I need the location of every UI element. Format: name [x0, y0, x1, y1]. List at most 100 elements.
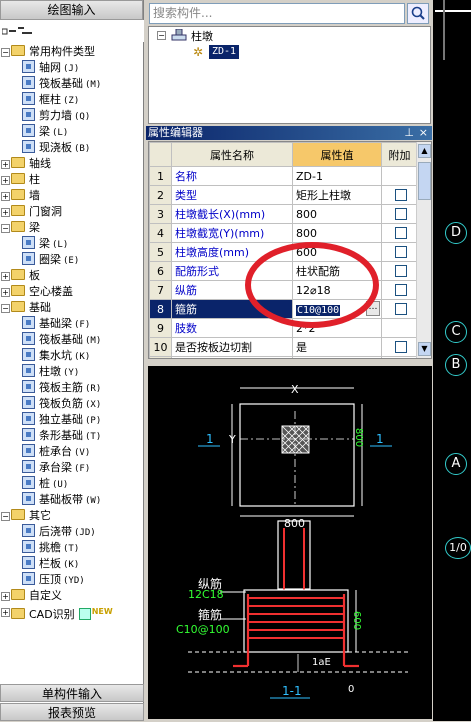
expand-icon[interactable]: +	[1, 592, 10, 601]
extra-checkbox[interactable]	[395, 283, 407, 296]
tree-item[interactable]: 挑檐 (T)	[22, 540, 79, 556]
report-preview-button[interactable]: 报表预览	[0, 703, 144, 721]
tree-item[interactable]: 轴网 (J)	[22, 60, 79, 76]
property-row[interactable]: 7 纵筋 12⌀18	[149, 280, 418, 300]
expand-icon[interactable]: +	[1, 272, 10, 281]
tree-item[interactable]: 集水坑 (K)	[22, 348, 90, 364]
search-input[interactable]: 搜索构件...	[149, 3, 405, 24]
tree-folder[interactable]: + 墙	[1, 188, 40, 204]
tree-folder[interactable]: + 空心楼盖	[1, 284, 73, 300]
property-row[interactable]: 8 箍筋 C10@100…	[149, 299, 418, 319]
extra-checkbox[interactable]	[395, 340, 407, 353]
section-mark-left: 1	[206, 432, 214, 446]
tree-item[interactable]: 筏板负筋 (X)	[22, 396, 101, 412]
tree-item[interactable]: 梁 (L)	[22, 236, 68, 252]
property-row[interactable]: 9 肢数 2*2	[149, 318, 418, 338]
collapse-icon[interactable]: −	[1, 304, 10, 313]
property-row[interactable]: 6 配筋形式 柱状配筋	[149, 261, 418, 281]
property-value[interactable]: 是	[292, 337, 382, 357]
extra-checkbox[interactable]	[395, 302, 407, 315]
row-number: 5	[149, 242, 172, 262]
single-component-input-button[interactable]: 单构件输入	[0, 684, 144, 702]
tree-folder[interactable]: + 板	[1, 268, 40, 284]
collapse-icon[interactable]: −	[1, 224, 10, 233]
main-canvas-edge[interactable]: D C B A 1/0	[433, 0, 471, 721]
tree-item[interactable]: 现浇板 (B)	[22, 140, 90, 156]
component-root-label[interactable]: 柱墩	[191, 28, 213, 44]
property-value[interactable]: 矩形上柱墩	[292, 185, 382, 205]
property-value[interactable]: 2*2	[292, 318, 382, 338]
tree-item[interactable]: 后浇带 (JD)	[22, 524, 96, 540]
search-button[interactable]	[407, 3, 429, 24]
property-value-input[interactable]: C10@100	[296, 304, 341, 316]
tree-folder[interactable]: + 轴线	[1, 156, 51, 172]
property-value[interactable]: 800	[292, 223, 382, 243]
ellipsis-button[interactable]: …	[366, 301, 380, 316]
tree-folder[interactable]: − 梁	[1, 220, 40, 236]
property-row[interactable]: 10 是否按板边切割是	[149, 337, 418, 357]
component-item-selected[interactable]: ZD-1	[209, 45, 240, 59]
expand-icon[interactable]: +	[1, 176, 10, 185]
property-value[interactable]: 柱状配筋	[292, 261, 382, 281]
tree-item[interactable]: 压顶 (YD)	[22, 572, 85, 588]
property-row[interactable]: 1 名称 ZD-1	[149, 166, 418, 186]
tree-folder[interactable]: + 自定义	[1, 588, 62, 604]
tree-folder[interactable]: − 其它	[1, 508, 51, 524]
expand-icon[interactable]: +	[1, 160, 10, 169]
tree-item[interactable]: 承台梁 (F)	[22, 460, 90, 476]
scroll-thumb[interactable]	[418, 162, 431, 200]
tree-item[interactable]: 圈梁 (E)	[22, 252, 79, 268]
collapse-all-icon[interactable]	[18, 26, 32, 36]
tree-item[interactable]: 筏板主筋 (R)	[22, 380, 101, 396]
scroll-up-icon[interactable]: ▲	[418, 144, 431, 158]
extra-checkbox[interactable]	[395, 188, 407, 201]
extra-checkbox[interactable]	[395, 226, 407, 239]
property-value[interactable]	[292, 356, 382, 358]
property-row[interactable]: 4 柱墩截宽(Y)(mm) 800	[149, 223, 418, 243]
tree-item[interactable]: 筏板基础 (M)	[22, 76, 101, 92]
collapse-icon[interactable]: −	[1, 48, 10, 57]
tree-item[interactable]: 基础板带 (W)	[22, 492, 101, 508]
tree-folder[interactable]: − 常用构件类型	[1, 44, 95, 60]
collapse-icon[interactable]: −	[157, 31, 166, 40]
tree-item[interactable]: 桩承台 (V)	[22, 444, 90, 460]
tree-item[interactable]: 桩 (U)	[22, 476, 68, 492]
extra-checkbox[interactable]	[395, 207, 407, 220]
extra-checkbox[interactable]	[395, 245, 407, 258]
collapse-icon[interactable]: −	[1, 512, 10, 521]
expand-icon[interactable]: +	[1, 608, 10, 617]
property-value-editor[interactable]: C10@100 …	[292, 299, 382, 319]
tree-item[interactable]: 筏板基础 (M)	[22, 332, 101, 348]
tree-item[interactable]: 独立基础 (P)	[22, 412, 101, 428]
property-value[interactable]: ZD-1	[292, 166, 382, 186]
tree-item[interactable]: 栏板 (K)	[22, 556, 79, 572]
tree-item[interactable]: 条形基础 (T)	[22, 428, 101, 444]
tree-item[interactable]: 基础梁 (F)	[22, 316, 90, 332]
tree-folder[interactable]: + 门窗洞	[1, 204, 62, 220]
tree-folder[interactable]: + CAD识别 NEW	[1, 604, 113, 621]
tree-item[interactable]: 柱墩 (Y)	[22, 364, 79, 380]
tree-folder[interactable]: − 基础	[1, 300, 51, 316]
tree-item[interactable]: 框柱 (Z)	[22, 92, 79, 108]
property-row[interactable]: 11其他钢筋	[149, 356, 418, 358]
tree-folder[interactable]: + 柱	[1, 172, 40, 188]
expand-icon[interactable]: +	[1, 208, 10, 217]
close-icon[interactable]: ×	[419, 126, 428, 140]
scroll-down-icon[interactable]: ▼	[418, 342, 431, 356]
tree-label: 柱墩	[39, 365, 61, 378]
property-value[interactable]: 12⌀18	[292, 280, 382, 300]
property-row[interactable]: 2 类型 矩形上柱墩	[149, 185, 418, 205]
tree-item[interactable]: 剪力墙 (Q)	[22, 108, 90, 124]
tree-item[interactable]: 梁 (L)	[22, 124, 68, 140]
property-grid-scrollbar[interactable]: ▲ ▼	[416, 142, 431, 358]
expand-icon[interactable]: +	[1, 192, 10, 201]
pin-icon[interactable]: ⊥	[404, 126, 414, 140]
extra-checkbox[interactable]	[395, 264, 407, 277]
property-value[interactable]: 600	[292, 242, 382, 262]
expand-icon[interactable]: +	[1, 288, 10, 297]
property-row[interactable]: 3 柱墩截长(X)(mm) 800	[149, 204, 418, 224]
property-row[interactable]: 5 柱墩高度(mm) 600	[149, 242, 418, 262]
expand-all-icon[interactable]	[1, 26, 16, 36]
property-value[interactable]: 800	[292, 204, 382, 224]
property-editor-title: 属性编辑器 ⊥ ×	[146, 126, 432, 140]
